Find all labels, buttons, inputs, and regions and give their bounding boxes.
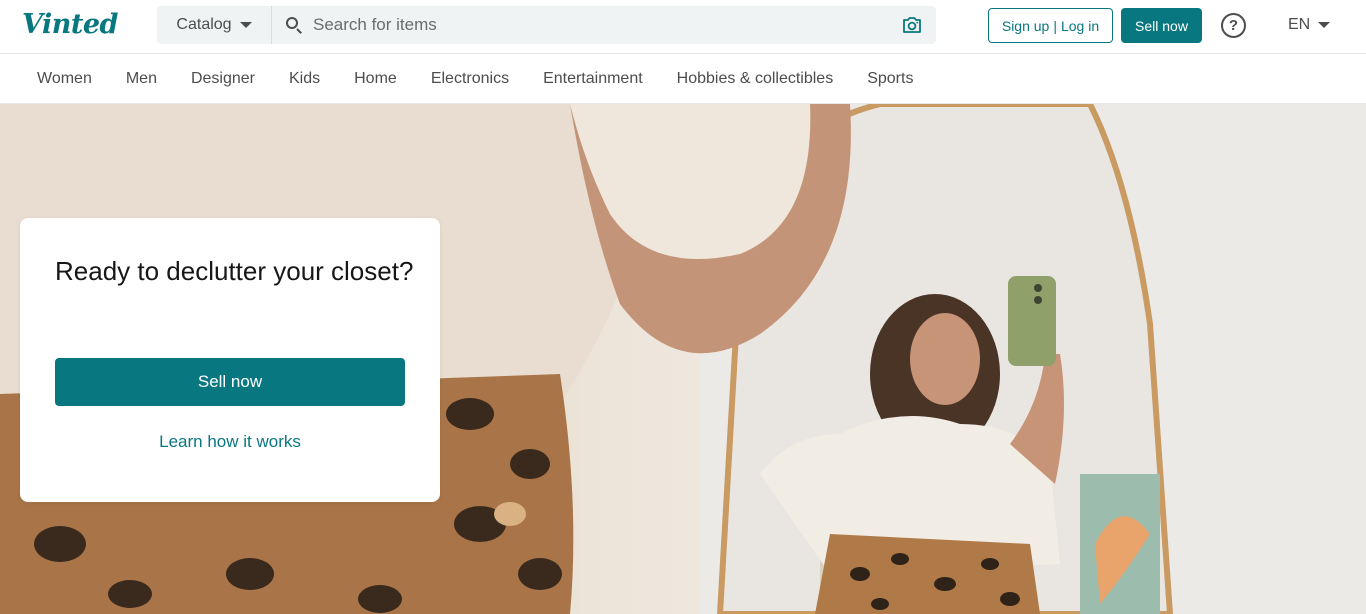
search-icon <box>285 16 303 34</box>
nav-item-sports[interactable]: Sports <box>850 70 930 88</box>
help-icon[interactable]: ? <box>1221 13 1246 38</box>
nav-item-women[interactable]: Women <box>20 70 109 88</box>
separator: | <box>1053 17 1057 34</box>
language-label: EN <box>1288 16 1311 33</box>
hero-title: Ready to declutter your closet? <box>55 256 414 286</box>
category-nav: Women Men Designer Kids Home Electronics… <box>0 54 1366 104</box>
nav-item-designer[interactable]: Designer <box>174 70 272 88</box>
search-bar: Catalog <box>157 6 936 44</box>
nav-item-electronics[interactable]: Electronics <box>414 70 526 88</box>
sell-now-button[interactable]: Sell now <box>1121 8 1202 43</box>
nav-item-men[interactable]: Men <box>109 70 174 88</box>
language-dropdown[interactable]: EN <box>1288 16 1331 34</box>
nav-item-hobbies[interactable]: Hobbies & collectibles <box>660 70 851 88</box>
camera-icon[interactable] <box>901 14 923 36</box>
hero-sell-now-button[interactable]: Sell now <box>55 358 405 406</box>
learn-how-it-works-link[interactable]: Learn how it works <box>55 432 405 452</box>
signup-login-button[interactable]: Sign up | Log in <box>988 8 1113 43</box>
vinted-logo[interactable]: Vinted <box>22 9 118 40</box>
nav-item-kids[interactable]: Kids <box>272 70 337 88</box>
hero-banner: Ready to declutter your closet? Sell now… <box>0 104 1366 614</box>
search-input[interactable] <box>303 6 901 44</box>
top-header: Vinted Catalog Sign up | Log in Sell now… <box>0 0 1366 54</box>
nav-item-home[interactable]: Home <box>337 70 414 88</box>
chevron-down-icon <box>1318 22 1331 28</box>
nav-item-entertainment[interactable]: Entertainment <box>526 70 660 88</box>
login-label[interactable]: Log in <box>1061 18 1099 34</box>
chevron-down-icon <box>239 22 252 28</box>
signup-label[interactable]: Sign up <box>1002 18 1049 34</box>
sell-cta-card: Ready to declutter your closet? Sell now… <box>20 218 440 502</box>
catalog-label: Catalog <box>176 16 232 33</box>
catalog-dropdown[interactable]: Catalog <box>157 6 272 44</box>
